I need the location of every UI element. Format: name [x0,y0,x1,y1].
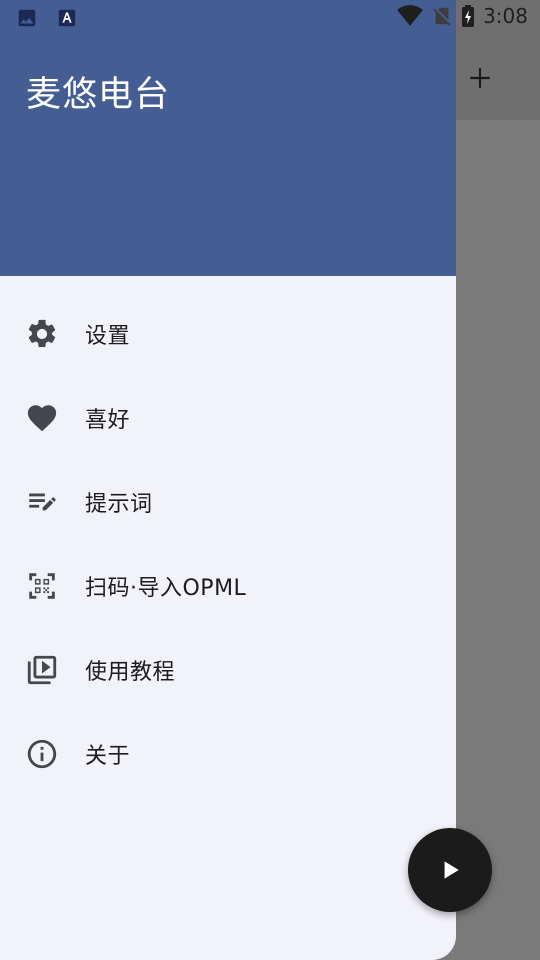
menu-item-favorites[interactable]: 喜好 [0,376,456,460]
menu-item-tutorial[interactable]: 使用教程 [0,628,456,712]
play-fab[interactable] [408,828,492,912]
edit-note-icon [25,485,59,519]
status-time: 3:08 [483,4,528,28]
menu-item-label: 扫码·导入OPML [85,576,247,601]
status-notifications [16,7,78,29]
no-sim-icon [433,7,451,26]
drawer-header: 麦悠电台 [0,0,456,276]
heart-icon [25,401,59,435]
wifi-icon [397,5,424,26]
image-notification-icon [18,9,36,27]
menu-item-settings[interactable]: 设置 [0,292,456,376]
navigation-drawer: 麦悠电台 设置 喜好 提示词 扫码·导入OPML 使用教程 关于 [0,0,456,960]
menu-item-label: 使用教程 [85,660,176,685]
menu-item-about[interactable]: 关于 [0,712,456,796]
menu-item-label: 喜好 [85,408,131,433]
info-icon [25,737,59,771]
status-bar: 3:08 [0,0,540,36]
menu-item-label: 设置 [85,324,131,349]
menu-item-scan-import-opml[interactable]: 扫码·导入OPML [0,544,456,628]
video-library-icon [25,653,59,687]
play-icon [444,861,459,879]
menu-item-label: 关于 [85,744,131,769]
drawer-title: 麦悠电台 [26,75,171,115]
drawer-menu: 设置 喜好 提示词 扫码·导入OPML 使用教程 关于 [0,292,456,796]
battery-charging-icon [462,5,475,27]
gear-icon [25,317,59,351]
font-notification-icon [58,9,76,27]
menu-item-label: 提示词 [85,492,153,517]
menu-item-prompts[interactable]: 提示词 [0,460,456,544]
status-system: 3:08 [397,4,528,28]
add-button[interactable] [460,58,500,98]
plus-icon [470,68,490,88]
qr-code-scan-icon [25,569,59,603]
